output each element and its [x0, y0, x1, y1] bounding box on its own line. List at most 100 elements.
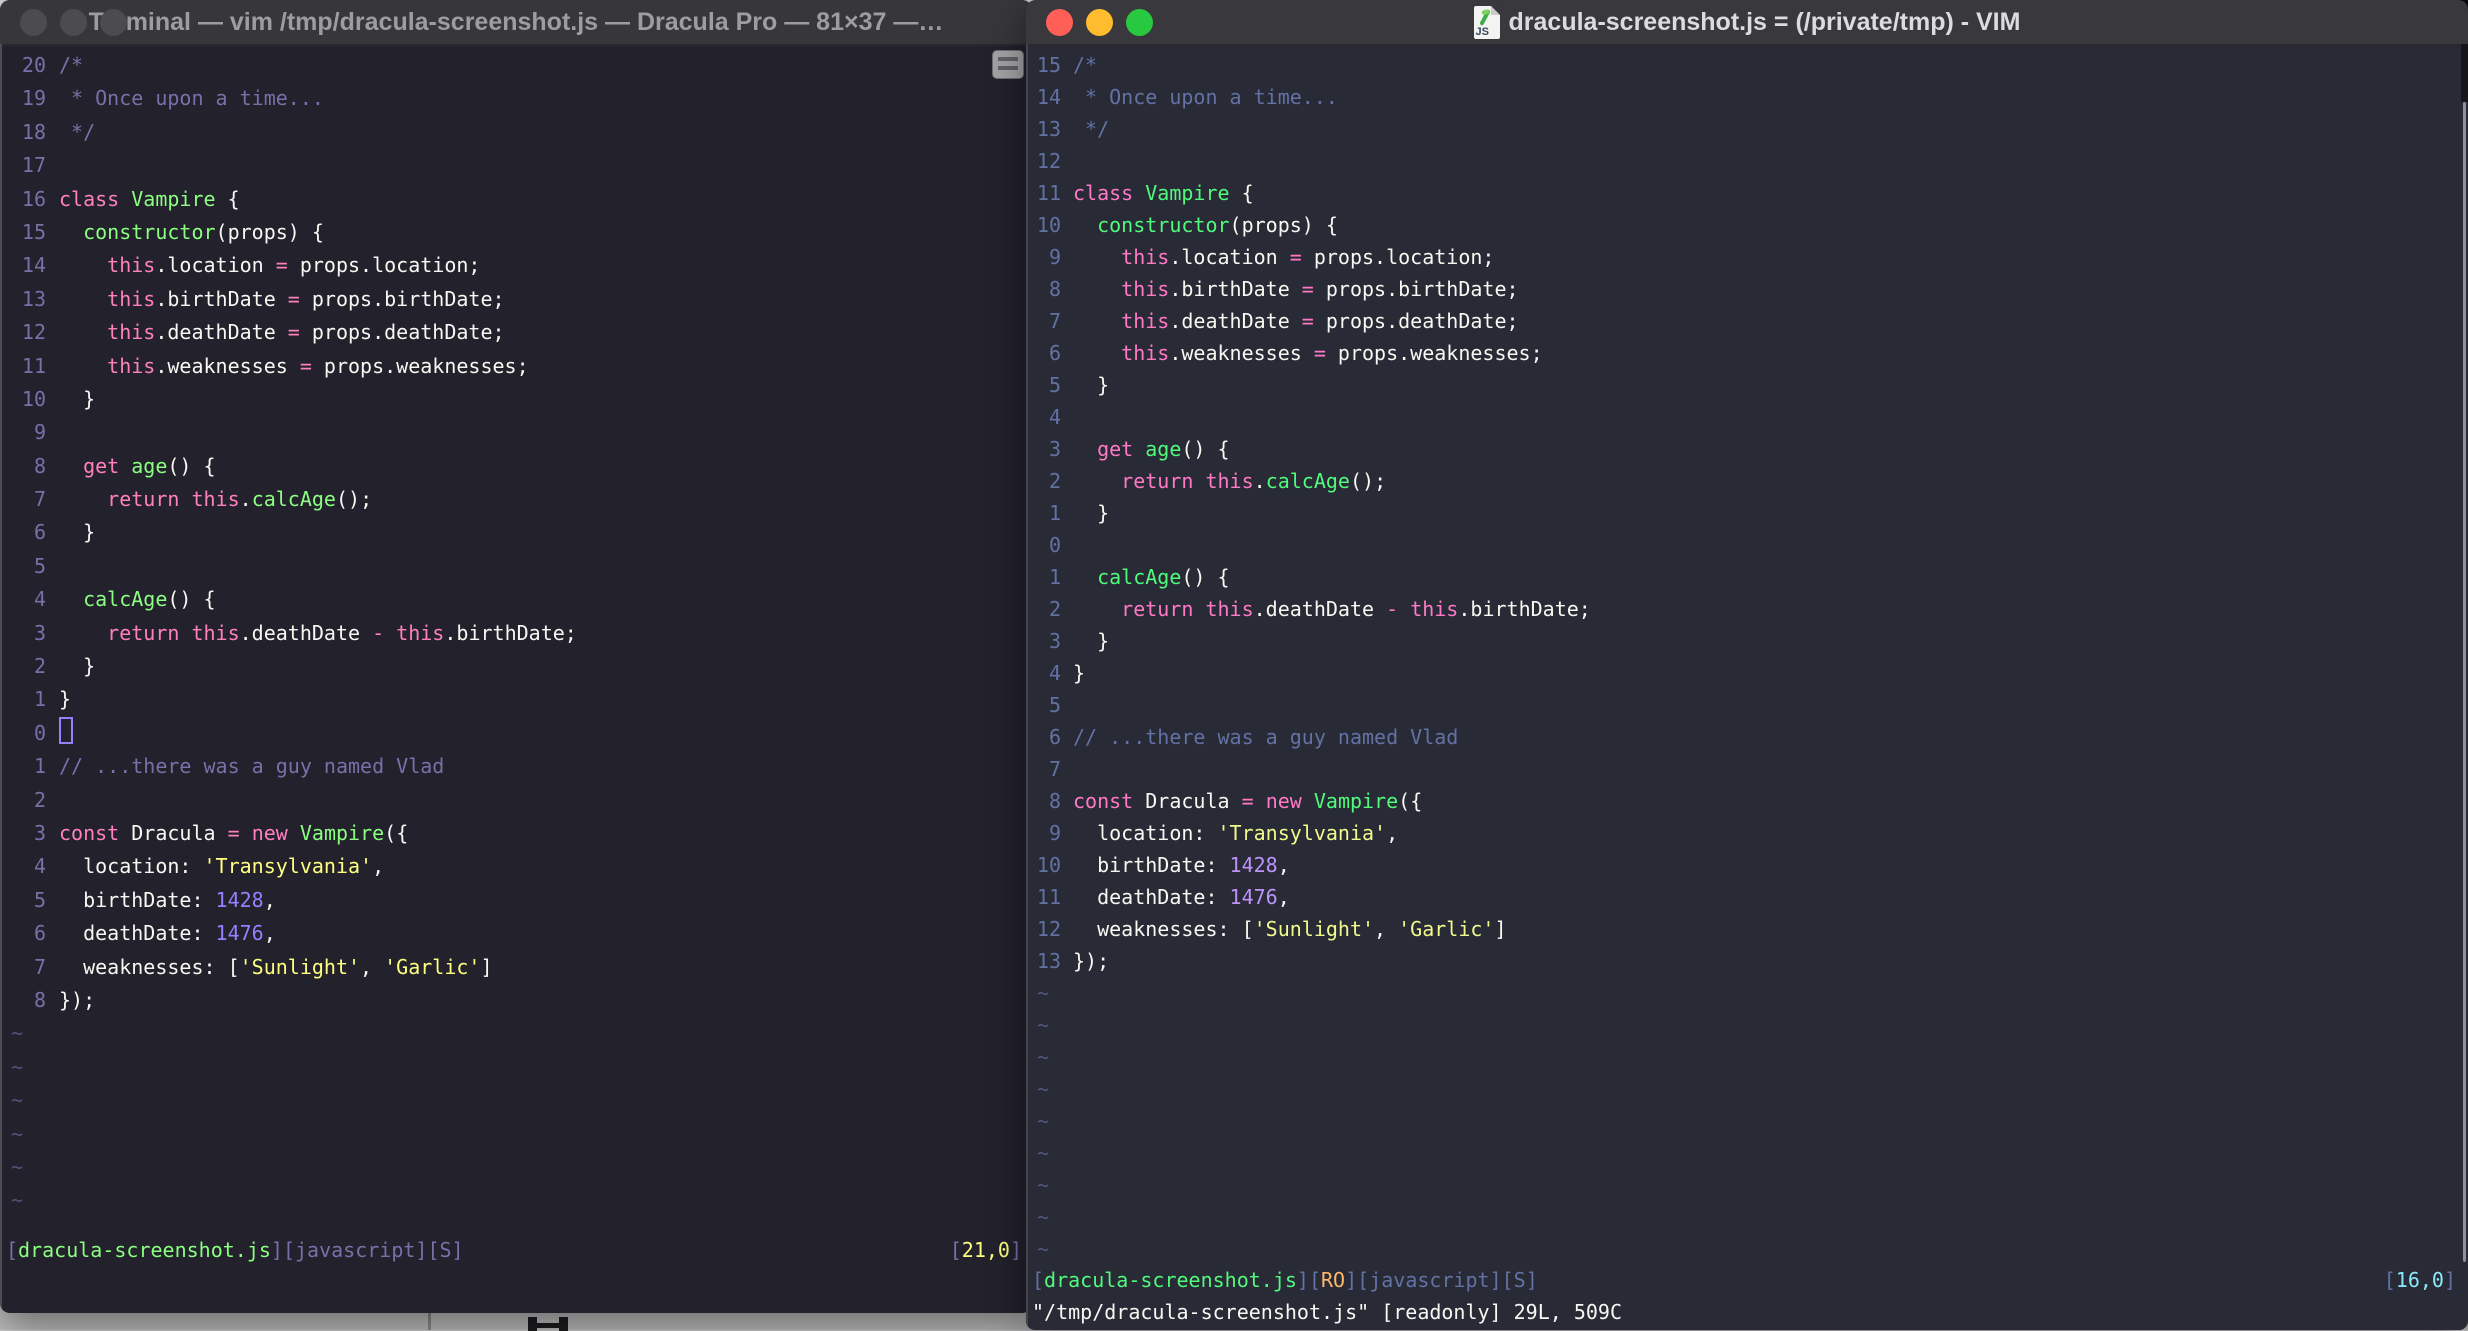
code-token: return	[1121, 597, 1194, 621]
code-line: 5	[2, 550, 1032, 583]
macvim-code-area[interactable]: 15/* 14 * Once upon a time... 13 */12 11 cla…	[1026, 44, 2468, 1330]
code-token: .deathDate	[1169, 309, 1302, 333]
zoom-button[interactable]	[1126, 9, 1153, 36]
code-token: ,	[263, 887, 276, 912]
code-token: ]	[1494, 917, 1507, 941]
line-number: 20	[21, 53, 46, 77]
code-token: =	[227, 820, 240, 845]
code-token: /*	[1073, 53, 1098, 77]
zoom-button[interactable]	[100, 9, 127, 36]
code-token: ();	[1349, 469, 1387, 493]
code-token: 'Transylvania'	[203, 854, 373, 879]
line-number: 11	[1036, 181, 1061, 205]
code-token: props.deathDate;	[1313, 309, 1519, 333]
code-token: this	[1121, 341, 1170, 365]
code-line: 6 // ...there was a guy named Vlad	[1028, 721, 2468, 753]
doc-icon-js-label: JS	[1475, 25, 1489, 38]
code-token: Vampire	[1313, 789, 1399, 813]
code-token: ({	[1398, 789, 1423, 813]
code-token: 'Transylvania'	[1217, 821, 1387, 845]
code-token: class	[1073, 181, 1134, 205]
code-token: Vampire	[1145, 181, 1230, 205]
code-line: 3 const Dracula = new Vampire({	[2, 817, 1032, 850]
code-token: 'Garlic'	[1398, 917, 1495, 941]
code-token: Dracula	[119, 820, 228, 845]
close-button[interactable]	[20, 9, 47, 36]
line-number: 4	[33, 587, 46, 612]
code-token: RO	[1321, 1268, 1346, 1292]
code-line: 5	[1028, 689, 2468, 721]
code-token: ][javascript][S]	[270, 1238, 464, 1262]
macvim-window: JS dracula-screenshot.js = (/private/tmp…	[1026, 0, 2468, 1330]
code-token: this	[107, 320, 156, 345]
minimize-button[interactable]	[1086, 9, 1113, 36]
empty-line-tilde: ~	[1037, 1237, 1050, 1261]
code-token: 1476	[215, 921, 264, 946]
code-line: 6 this.weaknesses = props.weaknesses;	[1028, 337, 2468, 369]
code-token: 1476	[1229, 885, 1278, 909]
code-token: }	[59, 687, 72, 712]
line-number: 11	[1036, 885, 1061, 909]
code-token: this	[1121, 245, 1170, 269]
code-token: // ...there was a guy named Vlad	[59, 754, 445, 779]
code-token: ]	[480, 954, 493, 979]
code-token: ,	[1277, 853, 1290, 877]
code-token: this	[107, 253, 156, 278]
code-token: props.location;	[287, 253, 481, 278]
code-token: 1428	[1229, 853, 1278, 877]
line-number: 2	[1048, 597, 1061, 621]
code-line: 8 const Dracula = new Vampire({	[1028, 785, 2468, 817]
code-token: ,	[263, 921, 276, 946]
code-line: 9 location: 'Transylvania',	[1028, 817, 2468, 849]
empty-line-tilde: ~	[1037, 1205, 1050, 1229]
macvim-cmdline-message: "/tmp/dracula-screenshot.js" [readonly] …	[1032, 1300, 1623, 1324]
terminal-code-area[interactable]: 20/* 19 * Once upon a time... 18 */17 16 cla…	[0, 44, 1032, 1313]
code-token: constructor	[1097, 213, 1230, 237]
window-title: Terminal — vim /tmp/dracula-screenshot.j…	[88, 7, 944, 36]
code-line: 0	[1028, 529, 2468, 561]
line-number: 12	[1036, 149, 1061, 173]
code-token: (props) {	[1229, 213, 1338, 237]
line-number: 3	[33, 620, 46, 645]
split-pane-button[interactable]	[992, 50, 1024, 79]
minimize-button[interactable]	[60, 9, 87, 36]
page-fold-icon	[1490, 5, 1500, 15]
code-line: 1}	[2, 683, 1032, 716]
code-token: }	[59, 520, 96, 545]
code-line: 9	[2, 416, 1032, 449]
line-number: 8	[1048, 277, 1061, 301]
code-token: // ...there was a guy named Vlad	[1073, 725, 1459, 749]
line-number: 12	[21, 320, 46, 345]
code-token: [	[1032, 1268, 1045, 1292]
line-number: 7	[33, 487, 46, 512]
line-number: 9	[33, 420, 46, 445]
line-number: 2	[1048, 469, 1061, 493]
close-button[interactable]	[1046, 9, 1073, 36]
macvim-scrollbar[interactable]	[2461, 44, 2468, 1330]
code-line: 1 }	[1028, 497, 2468, 529]
code-token: .	[1253, 469, 1266, 493]
code-line: 8 this.birthDate = props.birthDate;	[1028, 273, 2468, 305]
code-token: 'Garlic'	[384, 954, 481, 979]
code-token: calcAge	[1265, 469, 1350, 493]
code-token: this	[396, 620, 445, 645]
code-line: 4	[1028, 401, 2468, 433]
code-token: this	[1410, 597, 1459, 621]
code-line: 14 * Once upon a time...	[1028, 81, 2468, 113]
scrollbar-thumb[interactable]	[2463, 102, 2466, 1262]
code-token: .birthDate	[155, 286, 288, 311]
line-number: 17	[21, 153, 46, 178]
